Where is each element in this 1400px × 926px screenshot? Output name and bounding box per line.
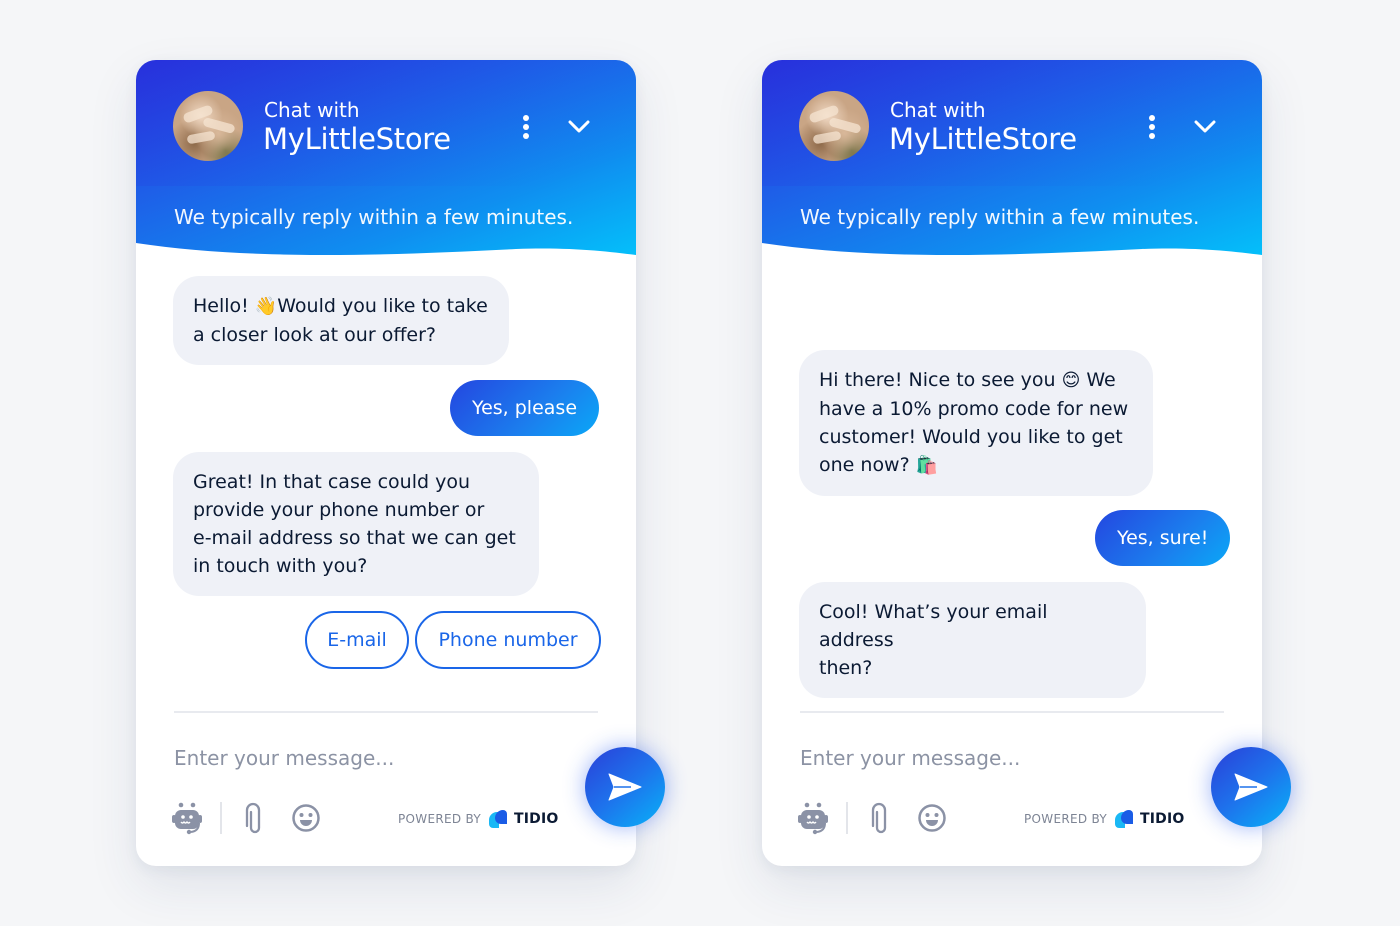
store-avatar [173, 91, 243, 161]
chevron-down-icon [568, 120, 590, 133]
quick-reply-phone-number[interactable]: Phone number [415, 611, 601, 669]
chat-header: Chat with MyLittleStore We typically rep… [136, 60, 636, 265]
bot-message: Cool! What’s your email address then? [799, 582, 1146, 698]
powered-by-label: POWERED BY [398, 812, 482, 826]
emoji-button[interactable] [914, 800, 950, 836]
bot-icon [172, 802, 202, 835]
bot-button[interactable] [169, 800, 205, 836]
toolbar-separator [220, 802, 222, 834]
attach-button[interactable] [861, 800, 897, 836]
powered-by-tidio[interactable]: POWERED BY TIDIO [1024, 808, 1185, 830]
toolbar-separator [846, 802, 848, 834]
tidio-brand: TIDIO [514, 811, 559, 827]
reply-time-notice: We typically reply within a few minutes. [174, 205, 574, 229]
tidio-logo-icon [1115, 810, 1134, 828]
store-avatar [799, 91, 869, 161]
send-icon [608, 773, 642, 801]
send-button[interactable] [1211, 747, 1291, 827]
emoji-icon [292, 804, 320, 832]
chat-widget-2: Chat with MyLittleStore We typically rep… [762, 60, 1291, 866]
message-input[interactable] [174, 740, 554, 776]
powered-by-label: POWERED BY [1024, 812, 1108, 826]
bot-message: Hello! 👋Would you like to take a closer … [173, 276, 509, 365]
quick-reply-email[interactable]: E-mail [305, 611, 409, 669]
more-options-button[interactable] [516, 112, 536, 142]
attach-button[interactable] [235, 800, 271, 836]
more-vertical-icon [523, 115, 529, 121]
paperclip-icon [245, 802, 261, 834]
message-input[interactable] [800, 740, 1180, 776]
chat-widget-1: Chat with MyLittleStore We typically rep… [136, 60, 665, 866]
store-name: MyLittleStore [889, 122, 1077, 156]
waving-hand-emoji: 👋 [254, 296, 278, 317]
chevron-down-icon [1194, 120, 1216, 133]
emoji-button[interactable] [288, 800, 324, 836]
more-options-button[interactable] [1142, 112, 1162, 142]
bot-message: Great! In that case could you provide yo… [173, 452, 539, 596]
bot-icon [798, 802, 828, 835]
user-message: Yes, please [450, 380, 600, 436]
chat-header: Chat with MyLittleStore We typically rep… [762, 60, 1262, 265]
send-button[interactable] [585, 747, 665, 827]
user-message: Yes, sure! [1095, 510, 1231, 566]
collapse-button[interactable] [1190, 114, 1220, 140]
more-vertical-icon [1149, 115, 1155, 121]
reply-time-notice: We typically reply within a few minutes. [800, 205, 1200, 229]
powered-by-tidio[interactable]: POWERED BY TIDIO [398, 808, 559, 830]
bot-button[interactable] [795, 800, 831, 836]
paperclip-icon [871, 802, 887, 834]
smiling-face-emoji: 😊 [1061, 370, 1081, 391]
shopping-bags-emoji: 🛍️ [915, 455, 939, 476]
send-icon [1234, 773, 1268, 801]
emoji-icon [918, 804, 946, 832]
bot-message: Hi there! Nice to see you 😊 We have a 10… [799, 350, 1153, 496]
header-wave [762, 243, 1262, 265]
input-divider [174, 711, 598, 713]
tidio-logo-icon [489, 810, 508, 828]
input-divider [800, 711, 1224, 713]
tidio-brand: TIDIO [1140, 811, 1185, 827]
header-wave [136, 243, 636, 265]
collapse-button[interactable] [564, 114, 594, 140]
chat-with-label: Chat with [264, 98, 360, 122]
store-name: MyLittleStore [263, 122, 451, 156]
chat-with-label: Chat with [890, 98, 986, 122]
